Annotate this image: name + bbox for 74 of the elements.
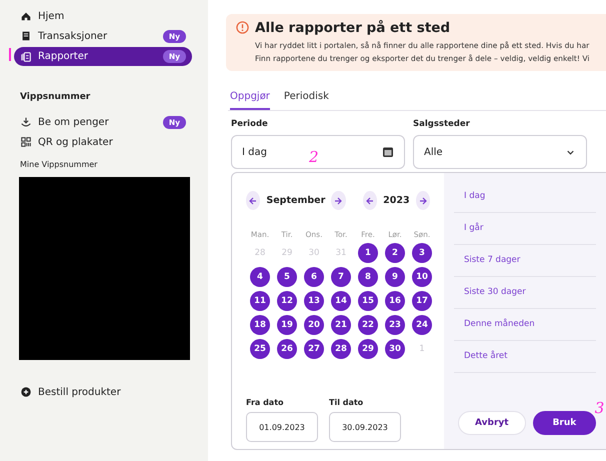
arrow-right-icon (333, 196, 344, 206)
next-button[interactable] (416, 191, 430, 210)
date-field[interactable]: 01.09.2023 (246, 412, 318, 442)
calendar-day[interactable]: 24 (412, 315, 432, 335)
section-title: Vippsnummer (20, 92, 92, 102)
calendar-day[interactable]: 27 (304, 339, 324, 359)
calendar-day[interactable]: 6 (304, 267, 324, 287)
calendar-day[interactable]: 8 (358, 267, 378, 287)
calendar-day[interactable]: 28 (331, 339, 351, 359)
calendar-day[interactable]: 3 (412, 243, 432, 263)
receipt-icon (20, 30, 32, 42)
arrow-left-icon (364, 196, 375, 206)
tab[interactable]: Periodisk (284, 91, 329, 110)
calendar-day[interactable]: 13 (304, 291, 324, 311)
apply-button[interactable]: Bruk (532, 411, 596, 435)
preset-option[interactable]: Siste 30 dager (454, 277, 596, 309)
preset-option[interactable]: I dag (454, 181, 596, 213)
calendar-day[interactable]: 20 (304, 315, 324, 335)
sidebar-item[interactable]: Hjem (20, 6, 192, 26)
calendar-day[interactable]: 23 (385, 315, 405, 335)
cancel-button[interactable]: Avbryt (458, 411, 526, 435)
calendar-day[interactable]: 15 (358, 291, 378, 311)
calendar-day[interactable]: 21 (331, 315, 351, 335)
next-button[interactable] (331, 191, 346, 210)
sales-points-dropdown[interactable]: Alle (413, 135, 587, 169)
calendar-day[interactable]: 12 (277, 291, 297, 311)
calendar-day[interactable]: 9 (385, 267, 405, 287)
banner-title: Alle rapporter på ett sted (255, 20, 452, 36)
month-label: September (265, 195, 326, 206)
field-label: Til dato (329, 398, 364, 407)
calendar-day[interactable]: 19 (277, 315, 297, 335)
tab[interactable]: Oppgjør (230, 91, 270, 110)
calendar-day[interactable]: 25 (250, 339, 270, 359)
qr-icon (20, 136, 32, 148)
preset-option[interactable]: Dette året (454, 341, 596, 373)
calendar-day[interactable]: 5 (277, 267, 297, 287)
field-label: Salgssteder (413, 119, 471, 129)
calendar-day[interactable]: 4 (250, 267, 270, 287)
preset-option[interactable]: Denne måneden (454, 309, 596, 341)
calendar-day[interactable]: 17 (412, 291, 432, 311)
calendar-day[interactable]: 2 (385, 243, 405, 263)
calendar-day[interactable]: 26 (277, 339, 297, 359)
field-label: Fra dato (246, 398, 285, 407)
section-subtitle: Mine Vippsnummer (20, 160, 98, 169)
calendar-day[interactable]: 18 (250, 315, 270, 335)
calendar-day[interactable]: 10 (412, 267, 432, 287)
preset-option[interactable]: Siste 7 dager (454, 245, 596, 277)
alert-icon (236, 21, 249, 34)
preset-option[interactable]: I går (454, 213, 596, 245)
arrow-right-icon (418, 196, 428, 206)
calendar-icon (382, 146, 394, 158)
calendar-day[interactable]: 16 (385, 291, 405, 311)
home-icon (20, 10, 32, 22)
arrow-left-icon (248, 196, 258, 206)
download-icon (20, 116, 32, 128)
previous-button[interactable] (246, 191, 260, 210)
annotation-number: 2 (309, 148, 319, 166)
year-label: 2023 (382, 195, 411, 206)
calendar-day[interactable]: 29 (358, 339, 378, 359)
calendar-day[interactable]: 30 (385, 339, 405, 359)
calendar-day[interactable]: 22 (358, 315, 378, 335)
plus-icon (20, 386, 32, 398)
calendar-day[interactable]: 14 (331, 291, 351, 311)
date-field[interactable]: 30.09.2023 (329, 412, 401, 442)
previous-button[interactable] (362, 191, 378, 210)
field-label: Periode (231, 119, 269, 129)
calendar-day[interactable]: 7 (331, 267, 351, 287)
calendar-day[interactable]: 1 (358, 243, 378, 263)
report-icon (20, 50, 32, 62)
annotation-mark (9, 48, 11, 61)
calendar-day[interactable]: 11 (250, 291, 270, 311)
annotation-number: 3 (594, 399, 604, 417)
sidebar-item[interactable]: Bestill produkter (20, 382, 192, 402)
sidebar-item[interactable]: QR og plakater (20, 132, 192, 152)
